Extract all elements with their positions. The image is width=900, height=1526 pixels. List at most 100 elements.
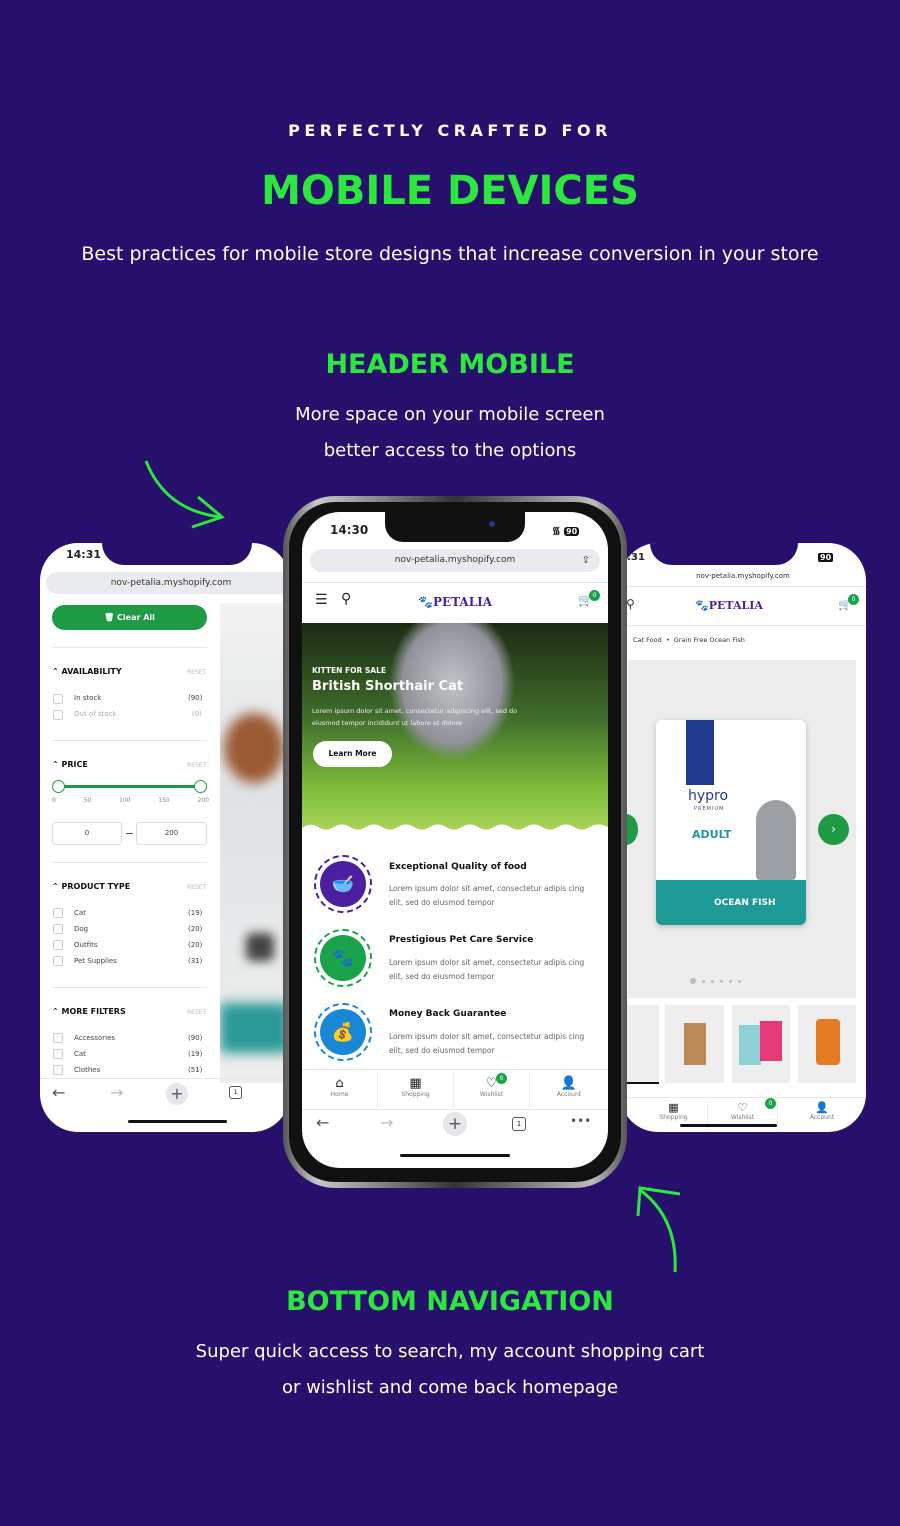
intro-title: MOBILE DEVICES [261, 168, 639, 214]
checkbox[interactable] [53, 908, 63, 918]
gallery-dots[interactable] [690, 978, 741, 984]
feature-icon: 🐾 [314, 929, 372, 987]
tabs-button[interactable]: 1 [229, 1086, 242, 1099]
price-ticks: 0 50 100 150 200 [52, 797, 209, 804]
arrow-icon [144, 460, 226, 529]
breadcrumb: Cat Food • Grain Free Ocean Fish [633, 636, 745, 644]
url-bar[interactable]: nov-petalia.myshopify.com [46, 572, 290, 594]
status-time: :31 [627, 552, 645, 563]
checkbox[interactable] [53, 924, 63, 934]
product-type-heading[interactable]: ⌃ PRODUCT TYPE [52, 882, 130, 891]
checkbox[interactable] [53, 1033, 63, 1043]
reset-link[interactable]: RESET [187, 1009, 206, 1016]
reset-link[interactable]: RESET [187, 762, 206, 769]
checkbox[interactable] [53, 694, 63, 704]
blurred-product-column [220, 603, 290, 1083]
price-min-input[interactable]: 0 [52, 822, 122, 845]
slider-handle-max[interactable] [194, 780, 207, 793]
hero-title: British Shorthair Cat [312, 679, 464, 694]
thumbnail[interactable] [732, 1005, 790, 1083]
wishlist-badge: 0 [496, 1073, 507, 1084]
cart-badge: 0 [589, 590, 600, 601]
brand-logo[interactable]: 🐾PETALIA [418, 595, 492, 609]
thumbnail[interactable] [625, 1005, 659, 1083]
user-icon: 👤 [815, 1101, 829, 1114]
search-icon[interactable]: ⚲ [341, 591, 351, 607]
price-slider-track[interactable] [58, 785, 201, 788]
new-tab-icon[interactable]: + [443, 1112, 467, 1136]
url-bar[interactable]: nov-petalia.myshopify.com [620, 572, 866, 580]
more-icon[interactable]: ••• [570, 1114, 591, 1128]
gallery-dot[interactable] [738, 979, 741, 983]
battery-indicator: ᯾ 90 [552, 526, 580, 537]
back-icon[interactable]: ← [316, 1113, 329, 1132]
nav-shopping[interactable]: ▦ Shopping [378, 1072, 454, 1108]
notch [385, 512, 525, 542]
home-icon: ⌂ [335, 1076, 344, 1091]
feature-title: Exceptional Quality of food [389, 862, 527, 872]
header-section-line1: More space on your mobile screen [295, 404, 605, 425]
feature-icon: 🥣 [314, 855, 372, 913]
checkbox[interactable] [53, 1065, 63, 1075]
user-icon: 👤 [560, 1076, 578, 1091]
feature-description: Lorem ipsum dolor sit amet, consectetur … [389, 958, 585, 981]
back-icon[interactable]: ← [52, 1083, 65, 1102]
gallery-dot[interactable] [690, 978, 696, 984]
forward-icon[interactable]: → [110, 1083, 123, 1102]
gallery-dot[interactable] [711, 979, 714, 983]
intro-subtitle: Best practices for mobile store designs … [81, 243, 819, 265]
gallery-dot[interactable] [729, 979, 732, 983]
thumbnail[interactable] [798, 1005, 856, 1083]
bottom-section-line1: Super quick access to search, my account… [195, 1341, 705, 1362]
grid-icon: ▦ [409, 1076, 422, 1091]
thumbnail[interactable] [665, 1005, 724, 1083]
share-icon[interactable]: ⇪ [582, 549, 590, 572]
brand-logo[interactable]: 🐾PETALIA [695, 599, 763, 612]
bowl-icon: 🥣 [320, 861, 366, 907]
header-section-line2: better access to the options [323, 440, 577, 461]
grid-icon: ▦ [668, 1101, 679, 1114]
product-gallery[interactable]: hypro PREMIUM ADULT OCEAN FISH › [620, 660, 856, 998]
learn-more-button[interactable]: Learn More [313, 741, 392, 767]
checkbox[interactable] [53, 1049, 63, 1059]
status-time: 14:31 [66, 548, 102, 561]
bottom-section-title: BOTTOM NAVIGATION [286, 1286, 614, 1317]
status-time: 14:30 [330, 523, 369, 537]
arrow-icon [636, 1186, 681, 1273]
next-image-button[interactable]: › [818, 814, 849, 845]
nav-wishlist[interactable]: ♡ Wishlist [454, 1072, 530, 1108]
heart-icon: ♡ [485, 1076, 498, 1091]
slider-handle-min[interactable] [52, 780, 65, 793]
price-max-input[interactable]: 200 [136, 822, 207, 845]
hamburger-menu-icon[interactable]: ☰ [315, 592, 328, 608]
more-filters-heading[interactable]: ⌃ MORE FILTERS [52, 1007, 126, 1016]
search-icon[interactable]: ⚲ [626, 597, 635, 611]
url-bar[interactable]: nov-petalia.myshopify.com ⇪ [310, 549, 600, 572]
center-phone-home: 14:30 ᯾ 90 nov-petalia.myshopify.com ⇪ ☰ … [302, 512, 608, 1168]
nav-account[interactable]: 👤 Account [530, 1072, 608, 1108]
bottom-section-line2: or wishlist and come back homepage [281, 1377, 619, 1398]
gallery-dot[interactable] [720, 979, 723, 983]
price-heading[interactable]: ⌃ PRICE [52, 760, 88, 769]
checkbox[interactable] [53, 940, 63, 950]
wifi-icon: ᯾ [552, 526, 561, 537]
gallery-dot[interactable] [702, 979, 705, 983]
hero-kicker: KITTEN FOR SALE [312, 666, 387, 675]
nav-account[interactable]: 👤 Account [778, 1101, 866, 1131]
new-tab-icon[interactable]: + [166, 1083, 188, 1105]
tabs-button[interactable]: 1 [512, 1117, 526, 1131]
checkbox[interactable] [53, 710, 63, 720]
reset-link[interactable]: RESET [187, 669, 206, 676]
battery-indicator: 90 [818, 553, 834, 562]
clear-all-button[interactable]: 🗑 Clear All [52, 605, 207, 630]
center-phone-frame: 14:30 ᯾ 90 nov-petalia.myshopify.com ⇪ ☰ … [283, 496, 627, 1188]
reset-link[interactable]: RESET [187, 884, 206, 891]
paw-icon: 🐾 [320, 935, 366, 981]
nav-home[interactable]: ⌂ Home [302, 1072, 378, 1108]
left-phone-filters: 14:31 nov-petalia.myshopify.com 🗑 Clear … [40, 543, 290, 1132]
forward-icon[interactable]: → [380, 1113, 393, 1132]
checkbox[interactable] [53, 956, 63, 966]
home-indicator [400, 1154, 510, 1157]
availability-heading[interactable]: ⌃ AVAILABILITY [52, 667, 122, 676]
home-indicator [680, 1124, 777, 1127]
